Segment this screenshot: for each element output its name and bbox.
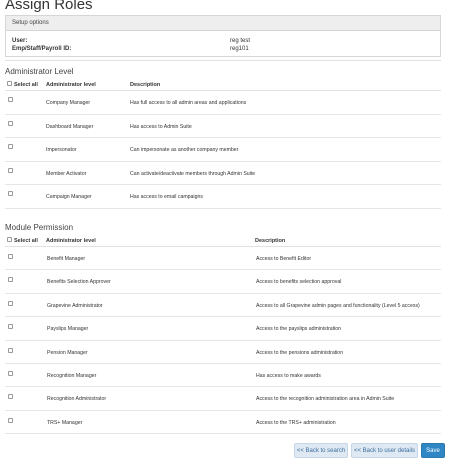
row-checkbox[interactable]	[8, 394, 13, 400]
administrator-level-cell: Grapevine Administrator	[47, 302, 103, 309]
administrator-level-cell: Benefit Manager	[47, 256, 86, 262]
row-checkbox[interactable]	[8, 277, 13, 283]
back-to-search-button[interactable]: << Back to search	[294, 443, 348, 458]
row-checkbox[interactable]	[8, 120, 13, 126]
divider	[5, 60, 441, 61]
description-cell: Can impersonate as another company membe…	[130, 147, 239, 154]
administrator-level-cell: Company Manager	[46, 100, 91, 106]
row-checkbox[interactable]	[8, 144, 13, 150]
select-all-admin[interactable]: Select all	[7, 81, 38, 88]
select-all-label: Select all	[14, 82, 38, 88]
administrator-level-cell: TRS+ Manager	[47, 419, 83, 426]
table-row: Member Activator Can activate/deactivate …	[5, 162, 441, 186]
administrator-level-cell: Campaign Manager	[46, 194, 92, 201]
administrator-level-cell: Member Activator	[46, 170, 87, 177]
administrator-level-table: Select all Administrator level Descripti…	[5, 79, 441, 209]
description-cell: Access to the payslips administration	[256, 326, 342, 333]
row-checkbox[interactable]	[8, 370, 13, 376]
user-value: reg test	[230, 38, 251, 44]
administrator-level-cell: Recognition Manager	[47, 372, 97, 379]
table-row: Benefits Selection Approver Access to ben…	[5, 270, 441, 294]
table-row: Payslips Manager Access to the payslips a…	[5, 317, 441, 341]
description-cell: Has access to email campaigns	[130, 194, 203, 201]
table-row: Impersonator Can impersonate as another c…	[5, 138, 441, 162]
table-row: Company Manager Has full access to all ad…	[5, 91, 441, 115]
employee-id-value: reg101	[230, 46, 249, 52]
select-all-checkbox[interactable]	[7, 237, 12, 243]
select-all-label: Select all	[14, 238, 38, 244]
administrator-level-cell: Dashboard Manager	[46, 123, 94, 130]
table-header: Select all Administrator level Descripti…	[5, 79, 441, 91]
column-header-description: Description	[130, 82, 161, 88]
column-header-administrator-level: Administrator level	[46, 238, 96, 244]
administrator-level-cell: Benefits Selection Approver	[47, 279, 111, 286]
select-all-checkbox[interactable]	[7, 81, 12, 87]
table-row: TRS+ Manager Access to the TRS+ administr…	[5, 411, 441, 435]
module-permission-table: Select all Administrator level Descripti…	[5, 235, 441, 435]
administrator-level-title: Administrator Level	[5, 67, 74, 76]
page-title: Assign Roles	[5, 0, 93, 13]
description-cell: Access to benefits selection approval	[256, 279, 342, 286]
setup-options-panel: Setup options User: reg test Emp/Staff/P…	[5, 15, 441, 57]
description-cell: Access to the recognition administration…	[256, 396, 395, 403]
row-checkbox[interactable]	[8, 347, 13, 353]
table-row: Campaign Manager Has access to email camp…	[5, 185, 441, 209]
column-header-administrator-level: Administrator level	[46, 82, 96, 88]
row-checkbox[interactable]	[8, 97, 13, 102]
description-cell: Access to the TRS+ administration	[256, 419, 336, 426]
table-header: Select all Administrator level Descripti…	[5, 235, 441, 247]
save-button[interactable]: Save	[421, 443, 445, 458]
administrator-level-cell: Impersonator	[46, 147, 77, 154]
column-header-description: Description	[255, 238, 286, 244]
table-row: Pension Manager Access to the pensions ad…	[5, 341, 441, 364]
description-cell: Can activate/deactivate members through …	[130, 170, 256, 177]
administrator-level-cell: Payslips Manager	[47, 326, 89, 333]
row-checkbox[interactable]	[8, 191, 13, 197]
row-checkbox[interactable]	[8, 300, 13, 306]
description-cell: Access to Benefit Editor	[256, 256, 312, 262]
row-checkbox[interactable]	[8, 324, 13, 330]
table-row: Recognition Administrator Access to the r…	[5, 387, 441, 411]
table-row: Dashboard Manager Has access to Admin Sui…	[5, 115, 441, 139]
table-row: Grapevine Administrator Access to all Gra…	[5, 294, 441, 318]
row-checkbox[interactable]	[8, 254, 13, 259]
description-cell: Has access to Admin Suite	[130, 123, 192, 130]
table-row: Recognition Manager Has access to make aw…	[5, 364, 441, 388]
table-row: Benefit Manager Access to Benefit Editor	[5, 247, 441, 271]
description-cell: Has access to make awards	[256, 372, 321, 379]
administrator-level-cell: Recognition Administrator	[47, 396, 107, 403]
description-cell: Has full access to all admin areas and a…	[130, 100, 247, 106]
employee-id-label: Emp/Staff/Payroll ID:	[12, 46, 72, 52]
administrator-level-cell: Pension Manager	[47, 349, 88, 356]
back-to-user-details-button[interactable]: << Back to user details	[351, 443, 418, 458]
description-cell: Access to the pensions administration	[256, 349, 344, 356]
module-permission-title: Module Permission	[5, 223, 74, 232]
select-all-module[interactable]: Select all	[7, 237, 38, 244]
row-checkbox[interactable]	[8, 167, 13, 173]
setup-options-header: Setup options	[6, 16, 440, 31]
description-cell: Access to all Grapevine admin pages and …	[256, 302, 420, 309]
row-checkbox[interactable]	[8, 417, 13, 423]
user-label: User:	[12, 38, 28, 44]
